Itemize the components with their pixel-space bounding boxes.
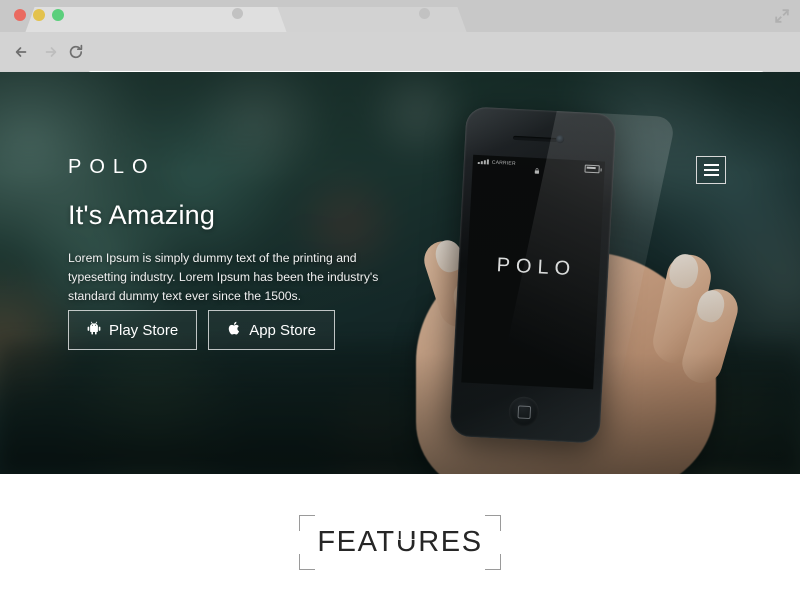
- apple-icon: [227, 321, 241, 340]
- fullscreen-expand-icon[interactable]: [774, 8, 790, 24]
- site-logo[interactable]: POLO: [68, 156, 156, 179]
- play-store-button[interactable]: Play Store: [68, 310, 198, 350]
- browser-toolbar: [0, 32, 800, 99]
- hero-section: CARRIER POLO: [0, 72, 800, 474]
- tab-favicon-icon: [419, 8, 430, 19]
- window-traffic-lights: [14, 9, 64, 21]
- corner-bracket-top-left: [299, 515, 315, 531]
- hamburger-line: [703, 169, 719, 171]
- hamburger-line: [703, 174, 719, 176]
- close-window-button[interactable]: [14, 9, 26, 21]
- arrow-down-icon: [405, 524, 412, 534]
- scroll-down-button[interactable]: [398, 519, 419, 540]
- app-store-button-label: App Store: [249, 321, 316, 339]
- reload-icon[interactable]: [66, 42, 86, 62]
- page-viewport: CARRIER POLO: [0, 72, 800, 600]
- hero-cta-buttons: Play Store App Store: [68, 310, 335, 350]
- corner-bracket-top-right: [485, 515, 501, 531]
- browser-window: CARRIER POLO: [0, 0, 800, 600]
- corner-bracket-bottom-right: [485, 554, 501, 570]
- minimize-window-button[interactable]: [33, 9, 45, 21]
- tab-favicon-icon: [232, 8, 243, 19]
- app-store-button[interactable]: App Store: [208, 310, 335, 350]
- android-icon: [87, 321, 101, 339]
- forward-arrow-icon[interactable]: [40, 42, 60, 62]
- play-store-button-label: Play Store: [109, 321, 179, 339]
- hamburger-line: [703, 164, 719, 166]
- hero-title: It's Amazing: [68, 200, 216, 230]
- back-arrow-icon[interactable]: [12, 42, 32, 62]
- hero-paragraph: Lorem Ipsum is simply dummy text of the …: [68, 251, 379, 303]
- corner-bracket-bottom-left: [299, 554, 315, 570]
- nav-menu-toggle-button[interactable]: [696, 156, 726, 184]
- maximize-window-button[interactable]: [52, 9, 64, 21]
- browser-tab-bar: [0, 0, 800, 32]
- hero-text-block: It's Amazing Lorem Ipsum is simply dummy…: [68, 200, 398, 306]
